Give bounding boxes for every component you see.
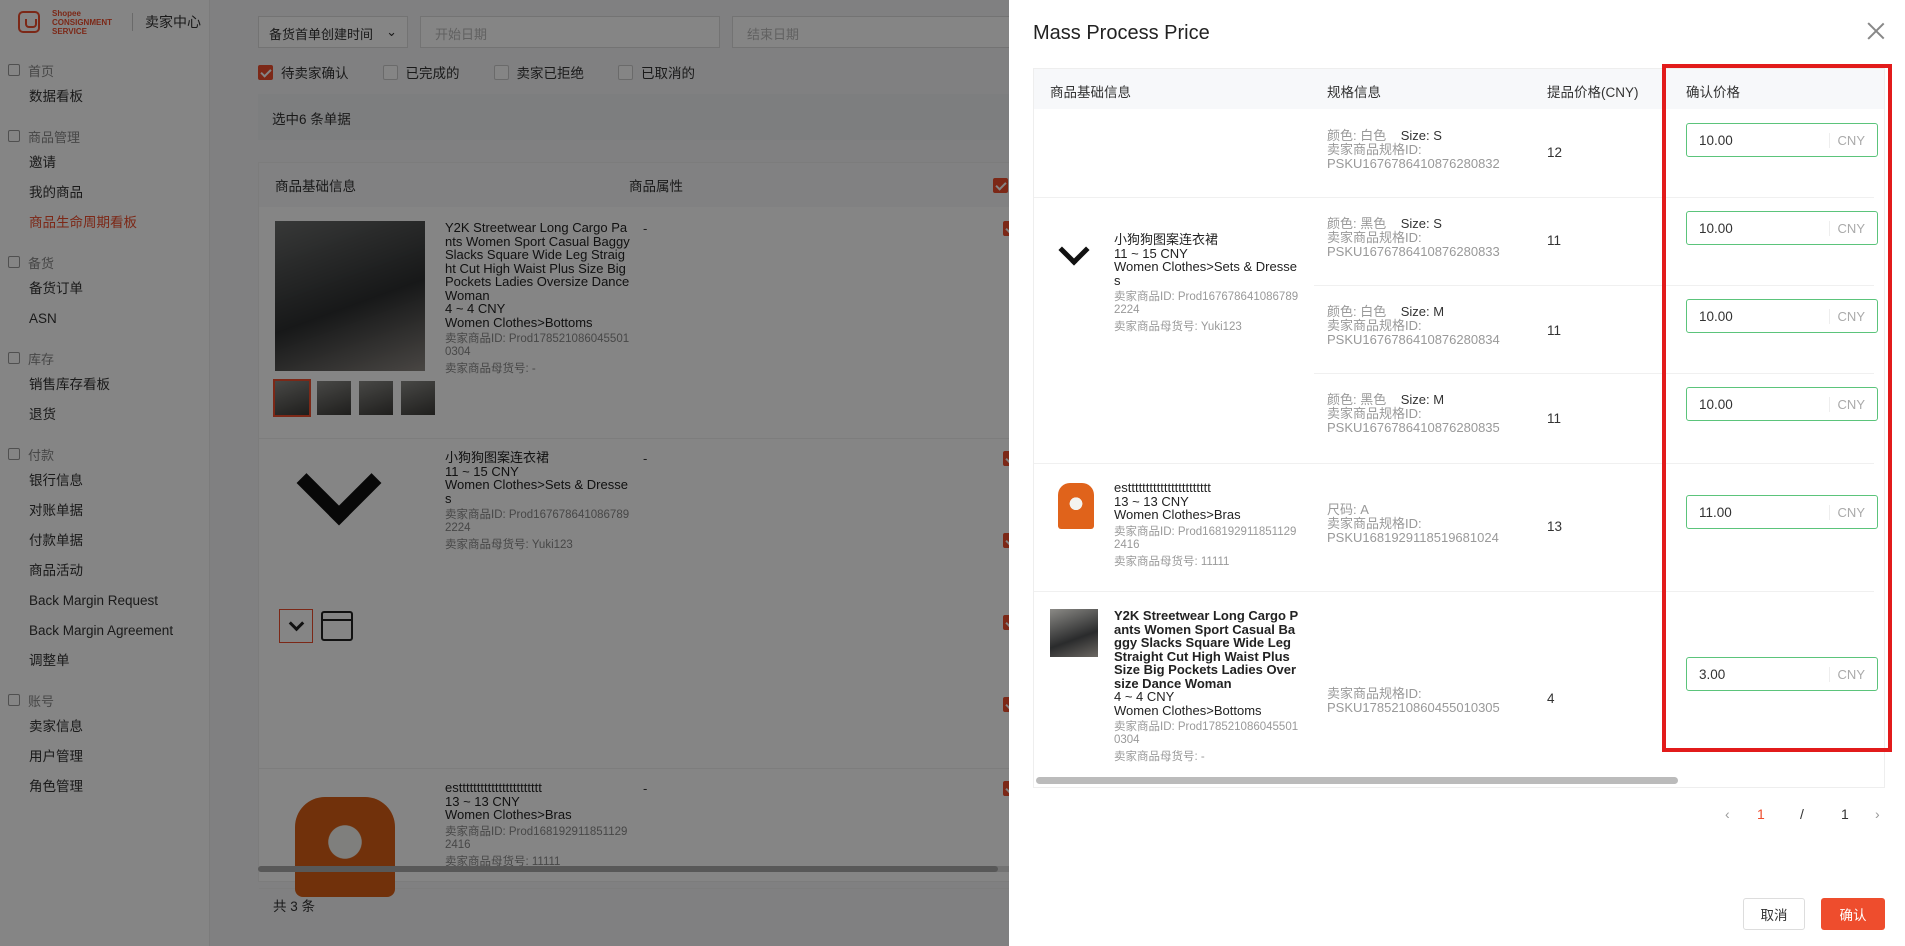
product-image[interactable] <box>1058 483 1094 529</box>
original-price: 11 <box>1547 323 1562 338</box>
spec-cell: 尺码: A 卖家商品规格ID: PSKU1681929118519681024 <box>1327 502 1499 545</box>
parent-sku: 卖家商品母货号: Yuki123 <box>1114 321 1242 333</box>
close-icon[interactable] <box>1867 22 1885 40</box>
original-price: 11 <box>1547 233 1562 248</box>
spec-cell: 颜色: 黑色 Size: M 卖家商品规格ID: PSKU1676786410876… <box>1327 392 1500 435</box>
product-title: 小狗狗图案连衣裙 <box>1114 232 1219 247</box>
product-id: 卖家商品ID: Prod1785210860455010304 <box>1114 721 1299 746</box>
product-title: Y2K Streetwear Long Cargo Pants Women Sp… <box>1114 608 1299 691</box>
app: Shopee CONSIGNMENT SERVICE 卖家中心 首页 数据看板 … <box>0 0 1905 946</box>
spec-cell: 颜色: 白色 Size: M 卖家商品规格ID: PSKU1676786410876… <box>1327 304 1500 347</box>
parent-sku: 卖家商品母货号: - <box>1114 751 1205 763</box>
spec-cell: 颜色: 白色 Size: S 卖家商品规格ID: PSKU1676786410876… <box>1327 128 1500 171</box>
modal-backdrop[interactable] <box>0 0 1009 946</box>
product-category: Women Clothes>Bottoms <box>1114 702 1262 718</box>
product-price: 11 ~ 15 CNY <box>1114 245 1188 261</box>
product-info: 小狗狗图案连衣裙 11 ~ 15 CNY Women Clothes>Sets … <box>1114 233 1302 334</box>
confirm-button[interactable]: 确认 <box>1821 898 1885 930</box>
product-price: 13 ~ 13 CNY <box>1114 493 1189 509</box>
confirm-price-column-highlight <box>1662 64 1892 752</box>
col-price-header: 提品价格(CNY) <box>1547 85 1639 100</box>
parent-sku: 卖家商品母货号: 11111 <box>1114 555 1230 568</box>
prev-page-icon[interactable]: ‹ <box>1725 806 1730 822</box>
chevron-down-icon <box>1058 234 1090 266</box>
col-spec-header: 规格信息 <box>1327 85 1381 100</box>
cancel-button[interactable]: 取消 <box>1743 898 1805 930</box>
product-image[interactable] <box>1050 609 1098 657</box>
product-info: esttttttttttttttttttttttt 13 ~ 13 CNY Wo… <box>1114 481 1302 569</box>
original-price: 11 <box>1547 411 1562 426</box>
product-id: 卖家商品ID: Prod1676786410867892224 <box>1114 291 1299 316</box>
product-price: 4 ~ 4 CNY <box>1114 689 1175 704</box>
spec-cell: 颜色: 黑色 Size: S 卖家商品规格ID: PSKU1676786410876… <box>1327 216 1500 259</box>
original-price: 4 <box>1547 691 1555 706</box>
page-separator: / <box>1800 806 1804 822</box>
original-price: 13 <box>1547 519 1563 534</box>
col-info-header: 商品基础信息 <box>1050 85 1131 100</box>
original-price: 12 <box>1547 145 1563 160</box>
product-category: Women Clothes>Sets & Dresses <box>1114 259 1297 288</box>
product-category: Women Clothes>Bras <box>1114 507 1241 522</box>
horizontal-scrollbar[interactable] <box>1036 777 1678 784</box>
spec-cell: 卖家商品规格ID: PSKU1785210860455010305 <box>1327 686 1500 715</box>
drawer-title: Mass Process Price <box>1033 22 1210 44</box>
product-id: 卖家商品ID: Prod1681929118511292416 <box>1114 525 1297 551</box>
current-page[interactable]: 1 <box>1757 806 1765 822</box>
product-title: esttttttttttttttttttttttt <box>1114 480 1211 495</box>
total-pages: 1 <box>1841 806 1849 822</box>
product-info: Y2K Streetwear Long Cargo Pants Women Sp… <box>1114 609 1302 764</box>
next-page-icon[interactable]: › <box>1875 806 1880 822</box>
